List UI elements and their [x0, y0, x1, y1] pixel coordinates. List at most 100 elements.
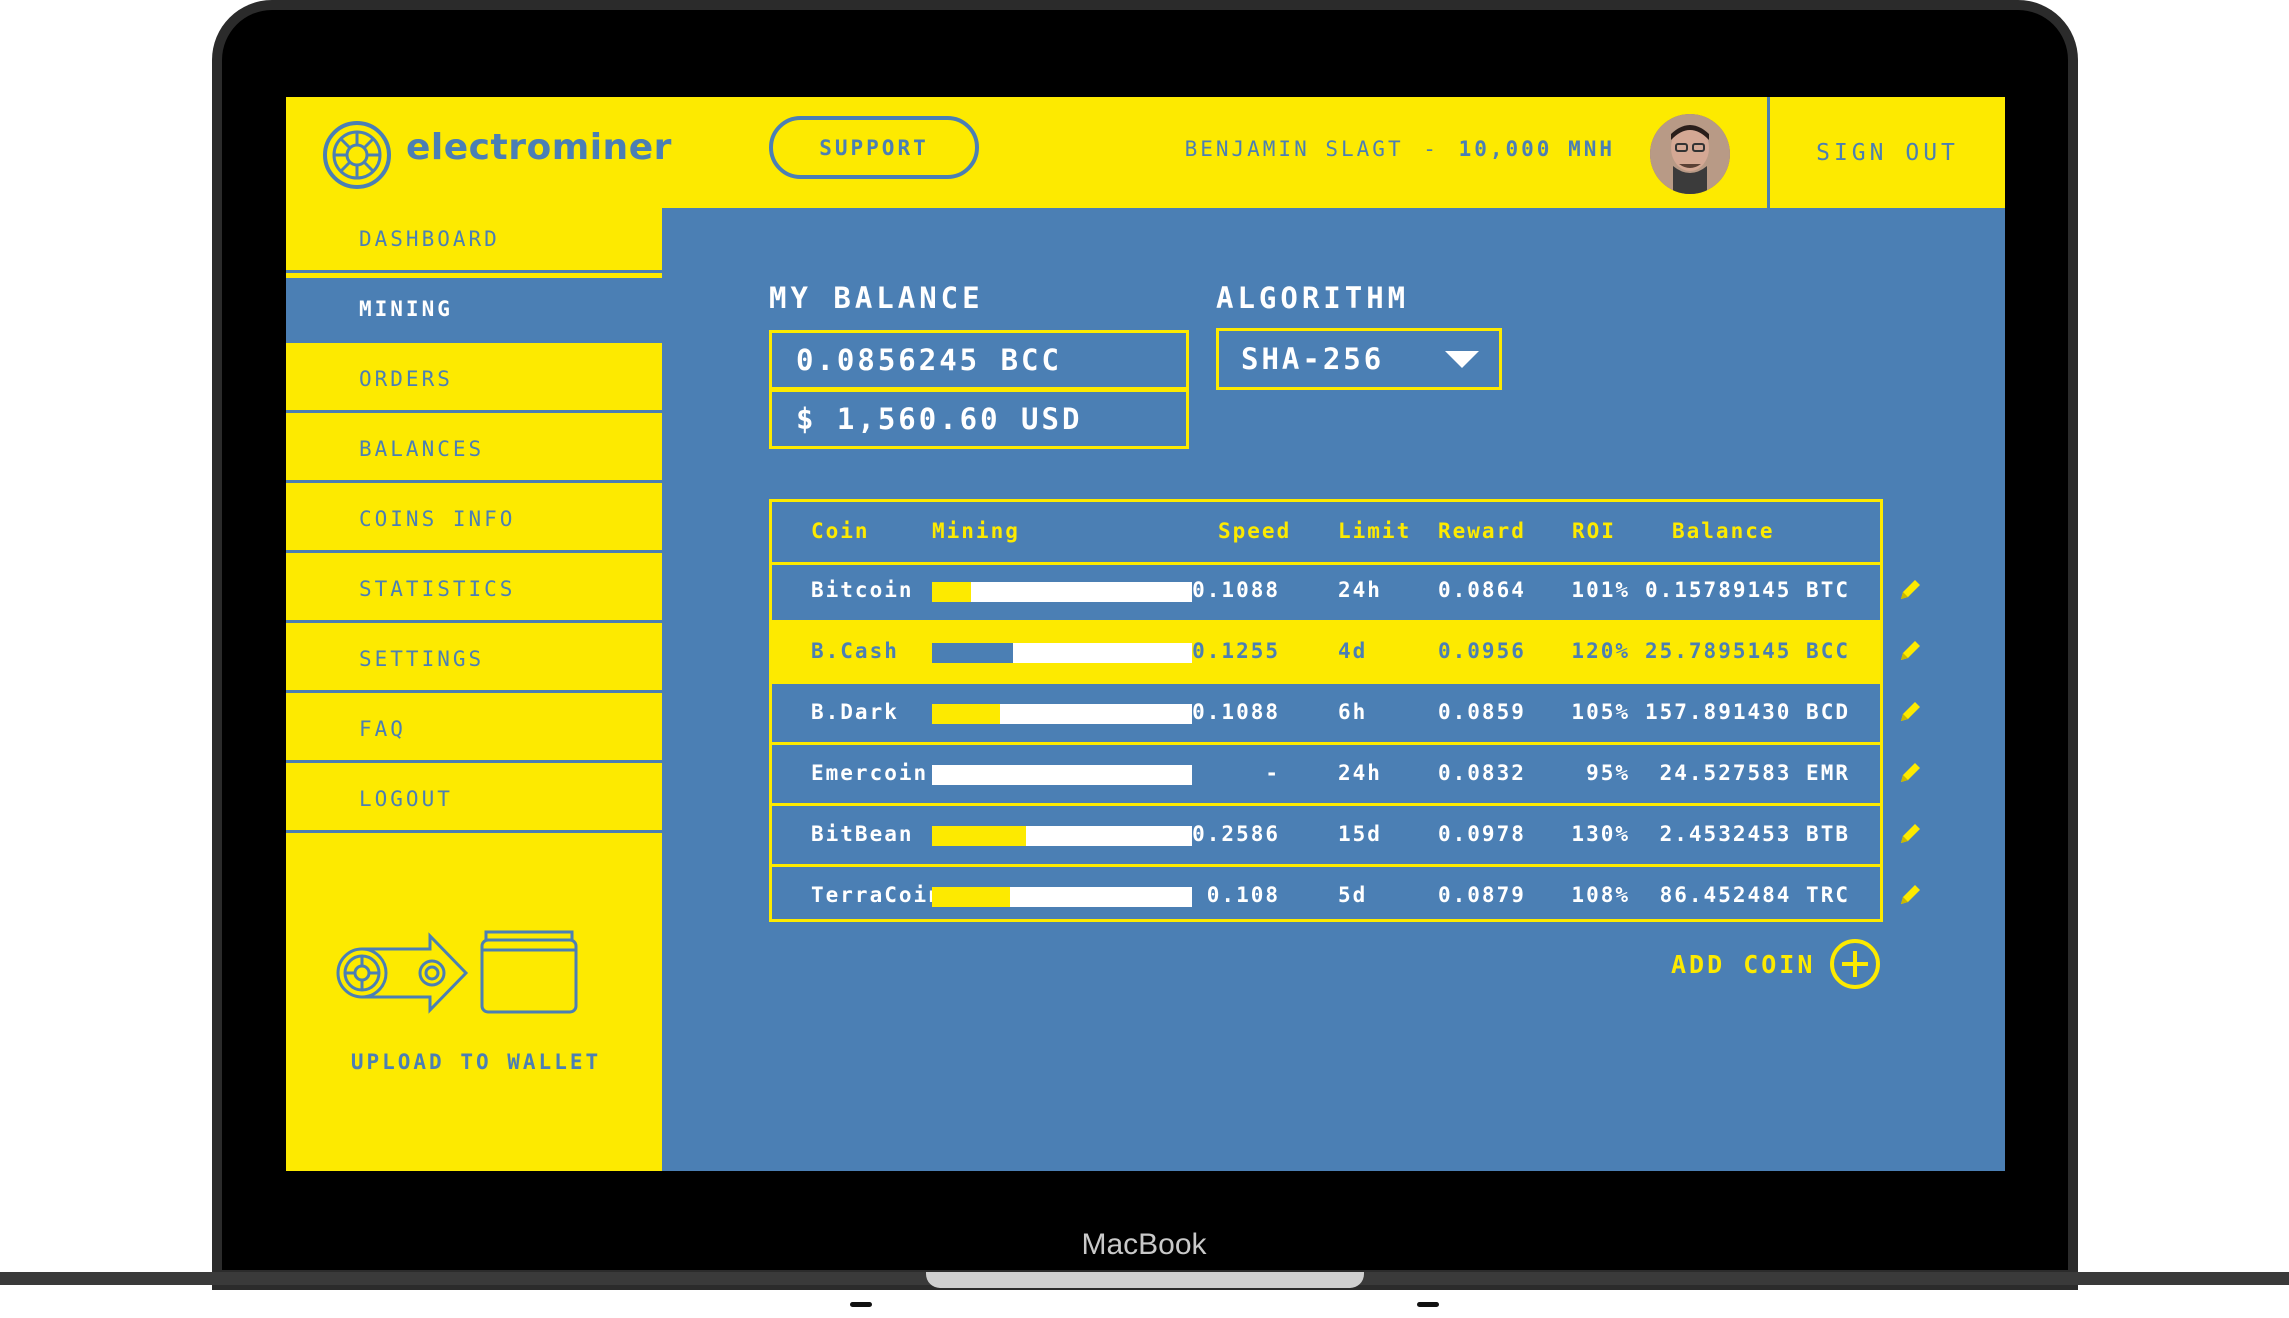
table-row[interactable]: Emercoin - 24h 0.0832 95% 24.527583 EMR — [772, 745, 1880, 806]
cell-speed: 0.1088 — [1192, 578, 1280, 602]
table-row[interactable]: Bitcoin 0.1088 24h 0.0864 101% 0.15789145 BTC — [772, 562, 1880, 623]
cell-roi: 95% — [1586, 761, 1630, 785]
top-bar: electrominer SUPPORT BENJAMIN SLAGT - 10… — [286, 97, 2005, 208]
pencil-icon[interactable] — [1897, 638, 1923, 664]
add-coin-button[interactable]: ADD COIN — [1671, 938, 1881, 990]
cell-reward: 0.0956 — [1438, 639, 1526, 663]
algorithm-selected-value: SHA-256 — [1241, 342, 1385, 376]
cell-limit: 4d — [1338, 639, 1368, 663]
mining-progress-bar — [932, 643, 1192, 663]
cell-reward: 0.0832 — [1438, 761, 1526, 785]
user-photo — [1650, 114, 1730, 194]
mining-progress-bar — [932, 826, 1192, 846]
cell-roi: 120% — [1571, 639, 1630, 663]
table-header: Coin Mining Speed Limit Reward ROI Balan… — [772, 502, 1880, 565]
cell-speed: 0.2586 — [1192, 822, 1280, 846]
mining-progress-fill — [932, 582, 971, 602]
crypto-coin-icon[interactable] — [322, 120, 392, 190]
add-coin-label: ADD COIN — [1671, 949, 1816, 979]
mining-progress-bar — [932, 582, 1192, 602]
device-brand-label: MacBook — [1081, 1228, 1207, 1261]
cell-balance: 86.452484 TRC — [1659, 883, 1850, 907]
upload-to-wallet-button[interactable]: UPLOAD TO WALLET — [336, 928, 616, 1078]
algorithm-title: ALGORITHM — [1216, 281, 1410, 315]
sidebar-item-settings[interactable]: SETTINGS — [286, 628, 662, 693]
mining-progress-fill — [932, 826, 1026, 846]
cell-roi: 130% — [1571, 822, 1630, 846]
upload-to-wallet-label: UPLOAD TO WALLET — [350, 1050, 602, 1074]
cell-reward: 0.0859 — [1438, 700, 1526, 724]
pencil-icon[interactable] — [1897, 760, 1923, 786]
cell-limit: 5d — [1338, 883, 1368, 907]
plus-circle-icon — [1830, 939, 1881, 989]
table-row[interactable]: B.Cash 0.1255 4d 0.0956 120% 25.7895145 BCC — [772, 623, 1880, 684]
coin-to-wallet-icon — [336, 930, 578, 1014]
mining-progress-fill — [932, 887, 1010, 907]
cell-limit: 24h — [1338, 578, 1382, 602]
cell-coin: Bitcoin — [811, 578, 914, 602]
sign-out-button[interactable]: SIGN OUT — [1770, 97, 2005, 208]
pencil-icon[interactable] — [1897, 882, 1923, 908]
cell-reward: 0.0864 — [1438, 578, 1526, 602]
caret-down-icon — [1445, 351, 1479, 368]
app-screen: electrominer SUPPORT BENJAMIN SLAGT - 10… — [286, 97, 2005, 1171]
algorithm-dropdown[interactable]: SHA-256 — [1216, 328, 1502, 390]
column-header-mining: Mining — [932, 519, 1020, 543]
laptop-foot — [850, 1302, 872, 1307]
user-separator: - — [1423, 137, 1439, 161]
cell-balance: 25.7895145 BCC — [1644, 639, 1850, 663]
sidebar-item-statistics[interactable]: STATISTICS — [286, 558, 662, 623]
cell-roi: 108% — [1571, 883, 1630, 907]
mining-table: Coin Mining Speed Limit Reward ROI Balan… — [769, 499, 1883, 922]
cell-coin: B.Dark — [811, 700, 899, 724]
cell-balance: 157.891430 BCD — [1644, 700, 1850, 724]
laptop-base-lip — [926, 1272, 1364, 1288]
sidebar-item-mining[interactable]: MINING — [286, 278, 662, 343]
logo-text[interactable]: electrominer — [406, 127, 672, 168]
cell-limit: 6h — [1338, 700, 1368, 724]
mining-progress-fill — [932, 704, 1000, 724]
pencil-icon[interactable] — [1897, 699, 1923, 725]
table-row[interactable]: TerraCoin 0.108 5d 0.0879 108% 86.452484 TRC — [772, 867, 1880, 928]
mining-progress-bar — [932, 704, 1192, 724]
sidebar-item-balances[interactable]: BALANCES — [286, 418, 662, 483]
cell-speed: 0.1255 — [1192, 639, 1280, 663]
column-header-reward: Reward — [1438, 519, 1526, 543]
sidebar-item-dashboard[interactable]: DASHBOARD — [286, 208, 662, 273]
avatar[interactable] — [1650, 114, 1730, 194]
cell-coin: B.Cash — [811, 639, 899, 663]
cell-roi: 105% — [1571, 700, 1630, 724]
cell-roi: 101% — [1571, 578, 1630, 602]
cell-coin: BitBean — [811, 822, 914, 846]
cell-speed: 0.1088 — [1192, 700, 1280, 724]
sidebar-item-coins-info[interactable]: COINS INFO — [286, 488, 662, 553]
table-row[interactable]: BitBean 0.2586 15d 0.0978 130% 2.4532453 BTB — [772, 806, 1880, 867]
sidebar-item-logout[interactable]: LOGOUT — [286, 768, 662, 833]
cell-balance: 24.527583 EMR — [1659, 761, 1850, 785]
sidebar: DASHBOARD MINING ORDERS BALANCES COINS I… — [286, 208, 662, 1171]
coin-balance-value: 0.0856245 BCC — [769, 330, 1189, 390]
cell-speed: - — [1265, 761, 1280, 785]
usd-balance-value: $ 1,560.60 USD — [769, 389, 1189, 449]
user-balance: 10,000 MNH — [1458, 137, 1615, 161]
cell-reward: 0.0879 — [1438, 883, 1526, 907]
sidebar-item-orders[interactable]: ORDERS — [286, 348, 662, 413]
my-balance-title: MY BALANCE — [769, 281, 984, 315]
sidebar-item-faq[interactable]: FAQ — [286, 698, 662, 763]
cell-coin: Emercoin — [811, 761, 929, 785]
mining-progress-fill — [932, 643, 1013, 663]
support-button[interactable]: SUPPORT — [769, 116, 979, 179]
user-name: BENJAMIN SLAGT — [1184, 137, 1404, 161]
column-header-limit: Limit — [1338, 519, 1412, 543]
pencil-icon[interactable] — [1897, 821, 1923, 847]
column-header-speed: Speed — [1218, 519, 1292, 543]
cell-speed: 0.108 — [1206, 883, 1280, 907]
column-header-coin: Coin — [811, 519, 870, 543]
cell-limit: 15d — [1338, 822, 1382, 846]
mining-progress-bar — [932, 765, 1192, 785]
pencil-icon[interactable] — [1897, 577, 1923, 603]
table-row[interactable]: B.Dark 0.1088 6h 0.0859 105% 157.891430 BCD — [772, 684, 1880, 745]
cell-coin: TerraCoin — [811, 883, 943, 907]
mining-progress-bar — [932, 887, 1192, 907]
column-header-balance: Balance — [1672, 519, 1775, 543]
